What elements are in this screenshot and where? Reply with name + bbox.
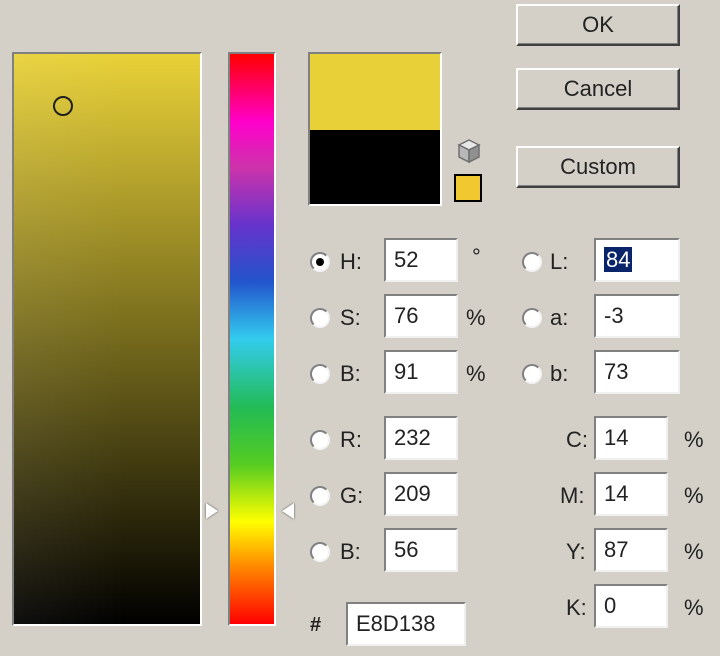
saturation-input[interactable]: 76 [384,294,458,338]
hue-unit: ° [472,244,481,269]
cube-icon[interactable] [456,138,482,164]
brightness-unit: % [466,361,486,386]
radio-lab-l[interactable] [522,252,542,272]
cyan-unit: % [684,427,704,452]
magenta-input[interactable]: 14 [594,472,668,516]
magenta-label: M: [560,483,585,508]
current-color-swatch[interactable] [310,130,440,204]
blue-label: B: [340,539,361,564]
custom-button[interactable]: Custom [516,146,680,188]
radio-blue[interactable] [310,542,330,562]
color-picker-circle-icon[interactable] [53,96,73,116]
hue-input[interactable]: 52 [384,238,458,282]
hex-input[interactable]: E8D138 [346,602,466,646]
radio-green[interactable] [310,486,330,506]
red-input[interactable]: 232 [384,416,458,460]
lab-l-input[interactable]: 84 [594,238,680,282]
blue-input[interactable]: 56 [384,528,458,572]
yellow-input[interactable]: 87 [594,528,668,572]
radio-lab-a[interactable] [522,308,542,328]
green-input[interactable]: 209 [384,472,458,516]
saturation-label: S: [340,305,361,330]
magenta-unit: % [684,483,704,508]
color-field-overlay [14,54,200,624]
red-label: R: [340,427,362,452]
hue-label: H: [340,249,362,274]
color-field[interactable] [12,52,202,626]
hex-label: # [310,614,322,636]
brightness-input[interactable]: 91 [384,350,458,394]
cancel-button[interactable]: Cancel [516,68,680,110]
yellow-label: Y: [566,539,586,564]
lab-b-input[interactable]: 73 [594,350,680,394]
radio-lab-b[interactable] [522,364,542,384]
radio-saturation[interactable] [310,308,330,328]
hue-slider-left-arrow-icon[interactable] [206,503,218,519]
yellow-unit: % [684,539,704,564]
lab-a-input[interactable]: -3 [594,294,680,338]
black-label: K: [566,595,587,620]
brightness-label: B: [340,361,361,386]
lab-l-label: L: [550,249,569,274]
radio-hue[interactable] [310,252,330,272]
green-label: G: [340,483,364,508]
new-color-swatch [310,54,440,130]
black-input[interactable]: 0 [594,584,668,628]
hue-slider[interactable] [228,52,276,626]
lab-l-value: 84 [604,247,633,272]
cyan-label: C: [566,427,588,452]
lab-b-label: b: [550,361,569,386]
radio-brightness[interactable] [310,364,330,384]
cyan-input[interactable]: 14 [594,416,668,460]
hue-slider-right-arrow-icon[interactable] [282,503,294,519]
ok-button[interactable]: OK [516,4,680,46]
lab-a-label: a: [550,305,569,330]
color-swatch-box [308,52,442,206]
saturation-unit: % [466,305,486,330]
websafe-color-swatch[interactable] [454,174,482,202]
radio-red[interactable] [310,430,330,450]
black-unit: % [684,595,704,620]
